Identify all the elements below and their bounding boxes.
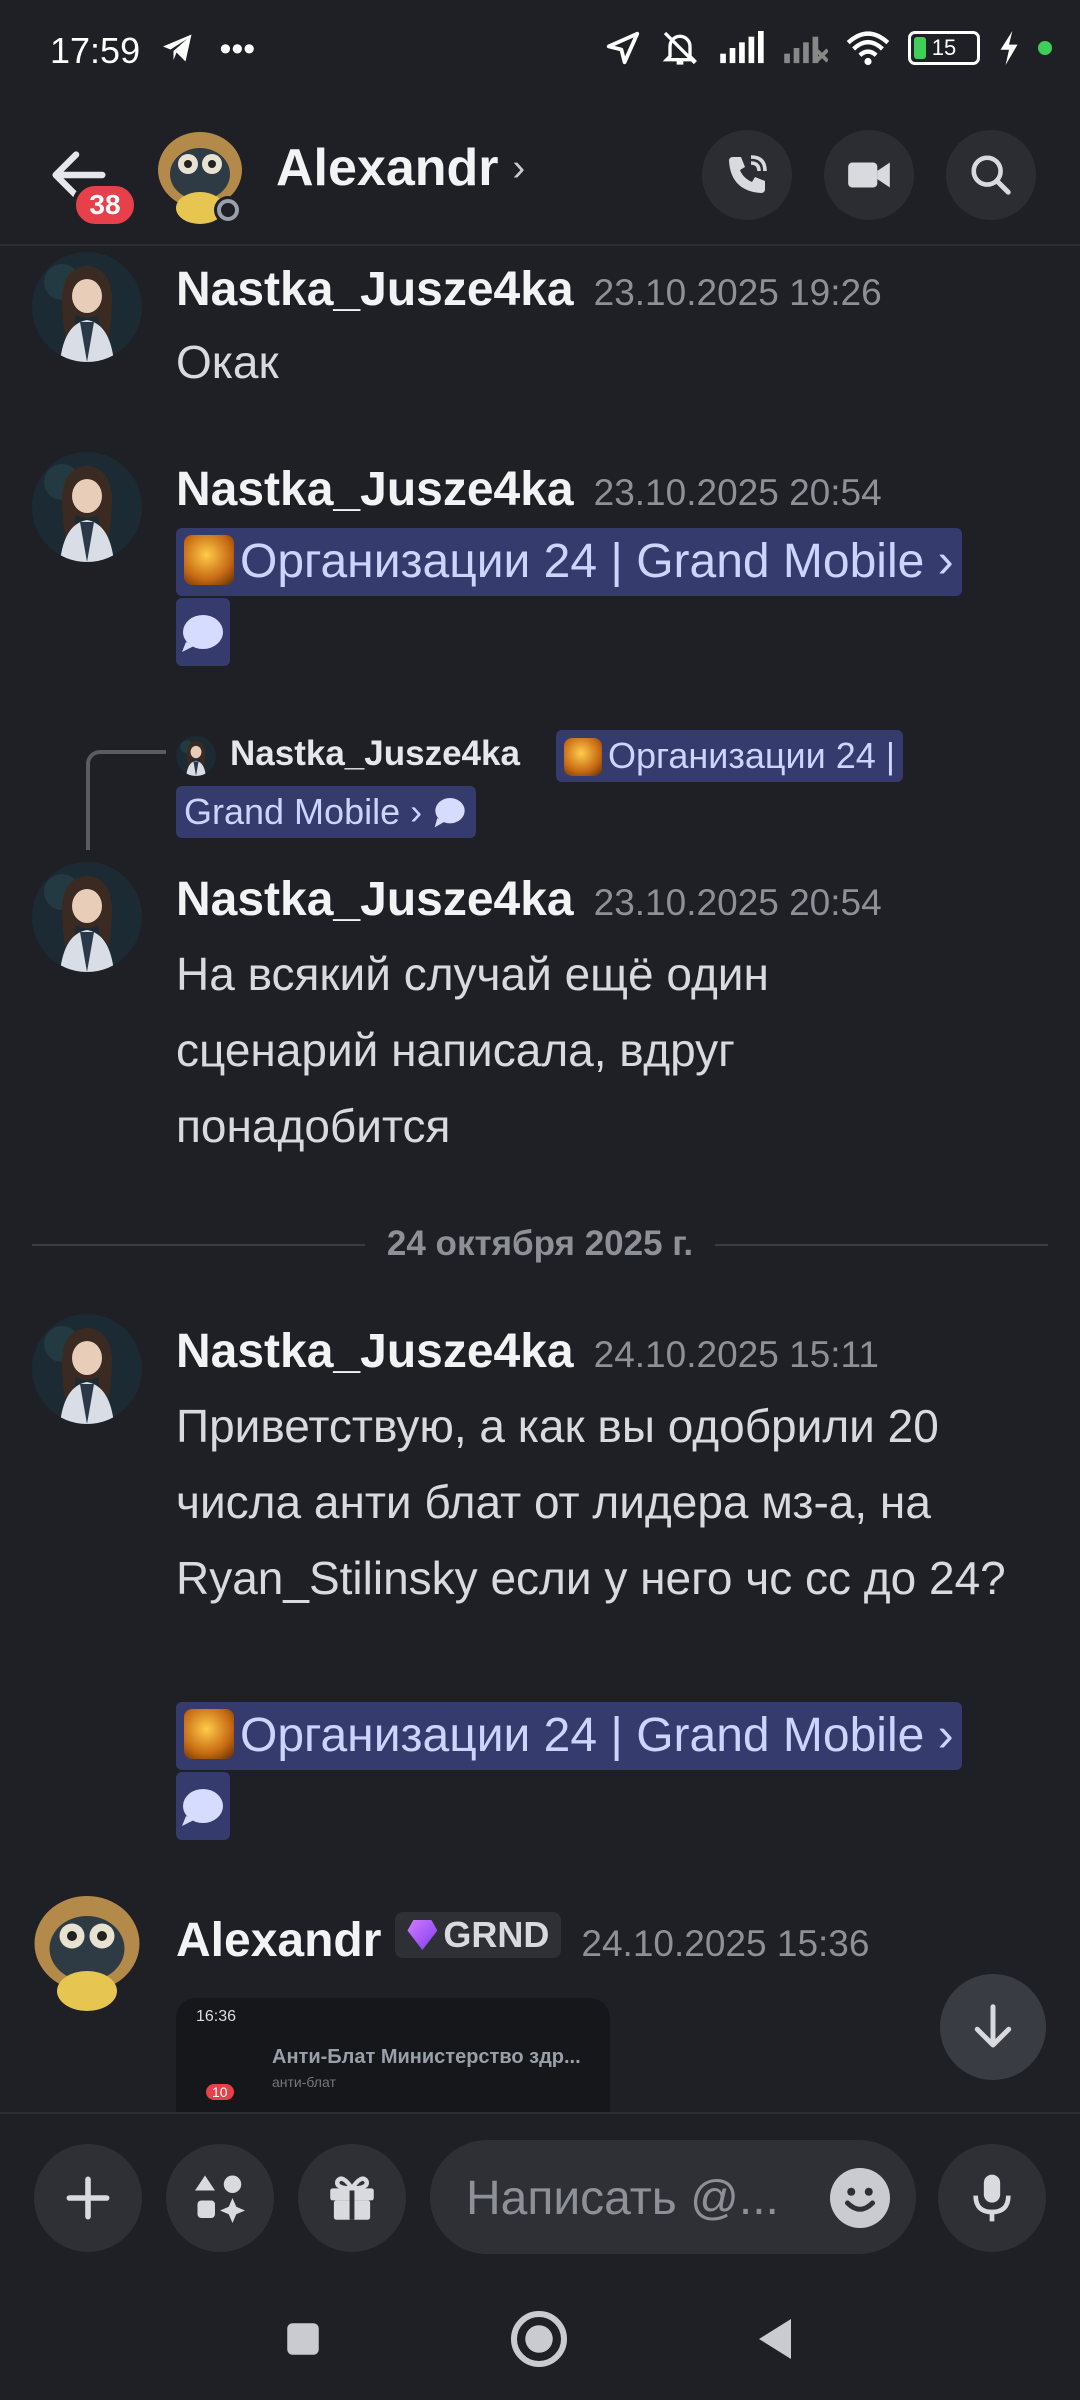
message-timestamp: 23.10.2025 20:54 bbox=[593, 472, 882, 513]
chat-header: 38 Alexandr › bbox=[0, 110, 1080, 246]
home-button[interactable] bbox=[508, 2308, 570, 2370]
gift-icon bbox=[330, 2176, 374, 2220]
status-time: 17:59 bbox=[50, 30, 141, 71]
search-button[interactable] bbox=[946, 130, 1036, 220]
signal-2-icon bbox=[784, 36, 828, 64]
reply-author: Nastka_Jusze4ka bbox=[230, 734, 520, 773]
avatar[interactable] bbox=[148, 124, 252, 228]
chat-bubble-icon bbox=[182, 615, 223, 652]
guild-icon bbox=[184, 1709, 234, 1759]
call-icon bbox=[729, 155, 767, 193]
plus-icon bbox=[66, 2176, 110, 2220]
thread-bubble[interactable] bbox=[176, 1772, 230, 1840]
call-button[interactable] bbox=[702, 130, 792, 220]
date-divider-label: 24 октября 2025 г. bbox=[364, 1224, 716, 1264]
add-attachment-button[interactable] bbox=[34, 2144, 142, 2252]
scroll-to-bottom-button[interactable] bbox=[940, 1974, 1046, 2080]
message-timestamp: 24.10.2025 15:11 bbox=[593, 1334, 879, 1375]
gift-button[interactable] bbox=[298, 2144, 406, 2252]
video-button[interactable] bbox=[824, 130, 914, 220]
avatar bbox=[176, 736, 216, 776]
avatar[interactable] bbox=[32, 452, 142, 562]
guild-icon bbox=[184, 535, 234, 585]
thumb-title: Анти-Блат Министерство здр... bbox=[272, 2046, 581, 2068]
privacy-dot bbox=[1038, 41, 1052, 55]
recents-button[interactable] bbox=[272, 2308, 334, 2370]
chat-bubble-icon bbox=[434, 798, 465, 828]
avatar[interactable] bbox=[22, 1886, 152, 2016]
signal-icon bbox=[720, 31, 764, 64]
channel-title[interactable]: Alexandr › bbox=[276, 138, 525, 198]
mute-icon bbox=[662, 31, 698, 65]
status-left-icons: ••• bbox=[160, 30, 255, 69]
unread-badge: 38 bbox=[72, 182, 138, 228]
chevron-right-icon: › bbox=[512, 146, 526, 189]
apps-icon bbox=[195, 2175, 245, 2223]
gem-icon bbox=[407, 1920, 438, 1950]
home-circle-icon bbox=[511, 2311, 567, 2367]
message-timestamp: 23.10.2025 20:54 bbox=[593, 882, 882, 923]
triangle-back-icon bbox=[759, 2319, 791, 2359]
message-text: Окак bbox=[176, 336, 279, 388]
reply-channel: Организации 24 | bbox=[556, 730, 904, 782]
message-author[interactable]: Alexandr GRND 24.10.2025 15:36 bbox=[176, 1912, 869, 1968]
charging-icon bbox=[1000, 31, 1018, 65]
message-author[interactable]: Nastka_Jusze4ka 23.10.2025 20:54 bbox=[176, 872, 882, 927]
square-icon bbox=[287, 2323, 319, 2355]
thumb-subtitle: анти-блат bbox=[272, 2074, 336, 2090]
status-bar: 17:59 ••• 15 bbox=[0, 0, 1080, 110]
reply-channel-cont: Grand Mobile › bbox=[176, 786, 477, 838]
message-composer bbox=[0, 2112, 1080, 2278]
reply-connector bbox=[86, 750, 166, 850]
wifi-icon bbox=[846, 31, 890, 66]
image-attachment[interactable]: 16:36 Анти-Блат Министерство здр... анти… bbox=[176, 1998, 610, 2112]
channel-mention[interactable]: Организации 24 | Grand Mobile › bbox=[176, 528, 962, 596]
back-nav-button[interactable] bbox=[744, 2308, 806, 2370]
message-timestamp: 24.10.2025 15:36 bbox=[581, 1923, 870, 1964]
status-right-icons: 15 bbox=[604, 28, 1052, 68]
date-divider: 24 октября 2025 г. bbox=[32, 1224, 1048, 1264]
avatar[interactable] bbox=[32, 252, 142, 362]
location-icon bbox=[606, 31, 640, 65]
message-author[interactable]: Nastka_Jusze4ka 24.10.2025 15:11 bbox=[176, 1324, 879, 1379]
message-author[interactable]: Nastka_Jusze4ka 23.10.2025 19:26 bbox=[176, 262, 882, 317]
microphone-icon bbox=[973, 2174, 1011, 2222]
emoji-button[interactable] bbox=[830, 2168, 890, 2228]
role-tag[interactable]: GRND bbox=[395, 1912, 562, 1958]
thumb-badge: 10 bbox=[206, 2084, 234, 2100]
chat-bubble-icon bbox=[182, 1789, 223, 1826]
thread-bubble[interactable] bbox=[176, 598, 230, 666]
message-text: Приветствую, а как вы одобрили 20 числа … bbox=[176, 1400, 1006, 1604]
thumb-status-time: 16:36 bbox=[196, 2008, 237, 2025]
avatar[interactable] bbox=[32, 1314, 142, 1424]
telegram-icon bbox=[163, 34, 192, 62]
avatar[interactable] bbox=[32, 862, 142, 972]
arrow-down-icon bbox=[974, 2004, 1012, 2048]
search-icon bbox=[971, 155, 1011, 195]
channel-mention[interactable]: Организации 24 | Grand Mobile › bbox=[176, 1702, 962, 1770]
message-timestamp: 23.10.2025 19:26 bbox=[593, 272, 882, 313]
battery-icon: 15 bbox=[908, 31, 980, 65]
message-input[interactable] bbox=[466, 2168, 806, 2228]
more-icon: ••• bbox=[219, 30, 256, 68]
message-text: На всякий случай ещё один сценарий напис… bbox=[176, 948, 769, 1152]
emoji-icon bbox=[832, 2170, 888, 2226]
message-input-box[interactable] bbox=[430, 2140, 916, 2254]
system-navigation-bar bbox=[0, 2278, 1080, 2400]
apps-button[interactable] bbox=[166, 2144, 274, 2252]
voice-message-button[interactable] bbox=[938, 2144, 1046, 2252]
video-icon bbox=[848, 162, 890, 188]
message-author[interactable]: Nastka_Jusze4ka 23.10.2025 20:54 bbox=[176, 462, 882, 517]
title-text: Alexandr bbox=[276, 139, 499, 197]
